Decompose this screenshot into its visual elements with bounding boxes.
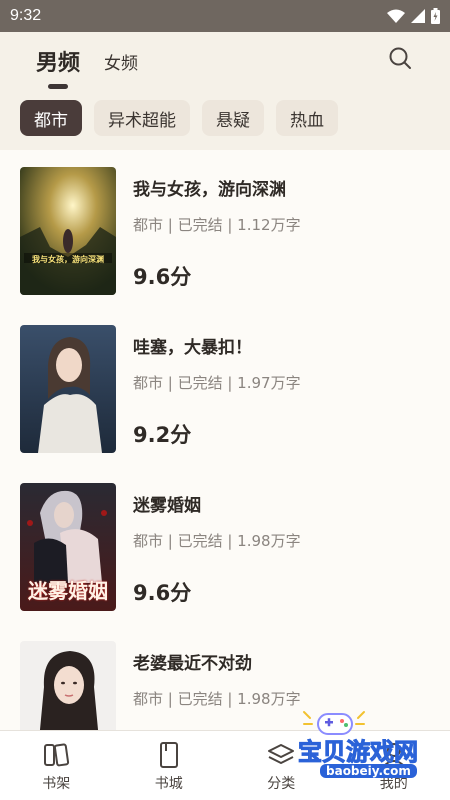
book-cover[interactable] (20, 641, 116, 730)
book-cover[interactable]: 迷雾婚姻 (20, 483, 116, 611)
book-info: 哇塞，大暴扣！ 都市 | 已完结 | 1.97万字 9.2分 (133, 325, 301, 453)
book-meta: 都市 | 已完结 | 1.98万字 (133, 690, 301, 708)
cover-art (20, 167, 116, 295)
status-bar: 9:32 (0, 0, 450, 32)
book-meta: 都市 | 已完结 | 1.97万字 (133, 374, 301, 392)
chip-dushi[interactable]: 都市 (20, 100, 82, 136)
nav-bookshelf[interactable]: 书架 (0, 731, 113, 800)
book-item[interactable]: 我与女孩，游向深渊 我与女孩，游向深渊 都市 | 已完结 | 1.12万字 9.… (20, 167, 440, 295)
cover-title: 迷雾婚姻 (28, 579, 108, 603)
bookshelf-icon (44, 743, 70, 766)
book-score: 9.6分 (133, 265, 192, 289)
tab-female-label: 女频 (104, 53, 139, 74)
category-chips: 都市 异术超能 悬疑 热血 (20, 100, 338, 136)
active-tab-indicator (48, 84, 68, 89)
watermark-text: 宝贝游戏网 (298, 738, 419, 767)
book-item[interactable]: 迷雾婚姻 迷雾婚姻 都市 | 已完结 | 1.98万字 9.6分 (20, 483, 440, 611)
wifi-icon (387, 9, 405, 23)
book-title: 迷雾婚姻 (133, 496, 201, 516)
book-item[interactable]: 哇塞，大暴扣！ 都市 | 已完结 | 1.97万字 9.2分 (20, 325, 440, 453)
book-info: 迷雾婚姻 都市 | 已完结 | 1.98万字 9.6分 (133, 483, 301, 611)
tab-male-channel[interactable]: 男频 (36, 45, 81, 89)
signal-icon (411, 9, 425, 23)
book-cover[interactable]: 我与女孩，游向深渊 (20, 167, 116, 295)
nav-bookstore[interactable]: 书城 (113, 731, 226, 800)
nav-bookstore-label: 书城 (154, 775, 183, 792)
book-title: 老婆最近不对劲 (133, 654, 252, 674)
search-icon (389, 47, 411, 69)
channel-header: 男频 女频 (0, 32, 450, 90)
chip-yishu-chaoneng[interactable]: 异术超能 (94, 100, 190, 136)
watermark: 宝贝游戏网 baobeiy.com (290, 710, 420, 786)
nav-bookshelf-label: 书架 (42, 775, 71, 792)
cover-art (20, 641, 116, 730)
status-icons (387, 8, 440, 24)
book-title: 我与女孩，游向深渊 (133, 180, 286, 200)
bookstore-icon (159, 741, 178, 768)
book-meta: 都市 | 已完结 | 1.98万字 (133, 532, 301, 550)
book-score: 9.2分 (133, 423, 192, 447)
book-score: 9.6分 (133, 581, 192, 605)
cover-title: 我与女孩，游向深渊 (32, 255, 104, 264)
tab-male-label: 男频 (36, 51, 81, 76)
cover-art (20, 325, 116, 453)
book-info: 老婆最近不对劲 都市 | 已完结 | 1.98万字 (133, 641, 301, 730)
watermark-url: baobeiy.com (320, 764, 417, 778)
battery-icon (431, 8, 440, 24)
book-list: 我与女孩，游向深渊 我与女孩，游向深渊 都市 | 已完结 | 1.12万字 9.… (0, 150, 450, 730)
chip-rexue[interactable]: 热血 (276, 100, 338, 136)
status-time: 9:32 (10, 7, 42, 24)
book-title: 哇塞，大暴扣！ (133, 338, 252, 358)
book-info: 我与女孩，游向深渊 都市 | 已完结 | 1.12万字 9.6分 (133, 167, 301, 295)
book-cover[interactable] (20, 325, 116, 453)
search-button[interactable] (388, 46, 412, 70)
tab-female-channel[interactable]: 女频 (104, 49, 138, 74)
book-meta: 都市 | 已完结 | 1.12万字 (133, 216, 301, 234)
chip-xuanyi[interactable]: 悬疑 (202, 100, 264, 136)
